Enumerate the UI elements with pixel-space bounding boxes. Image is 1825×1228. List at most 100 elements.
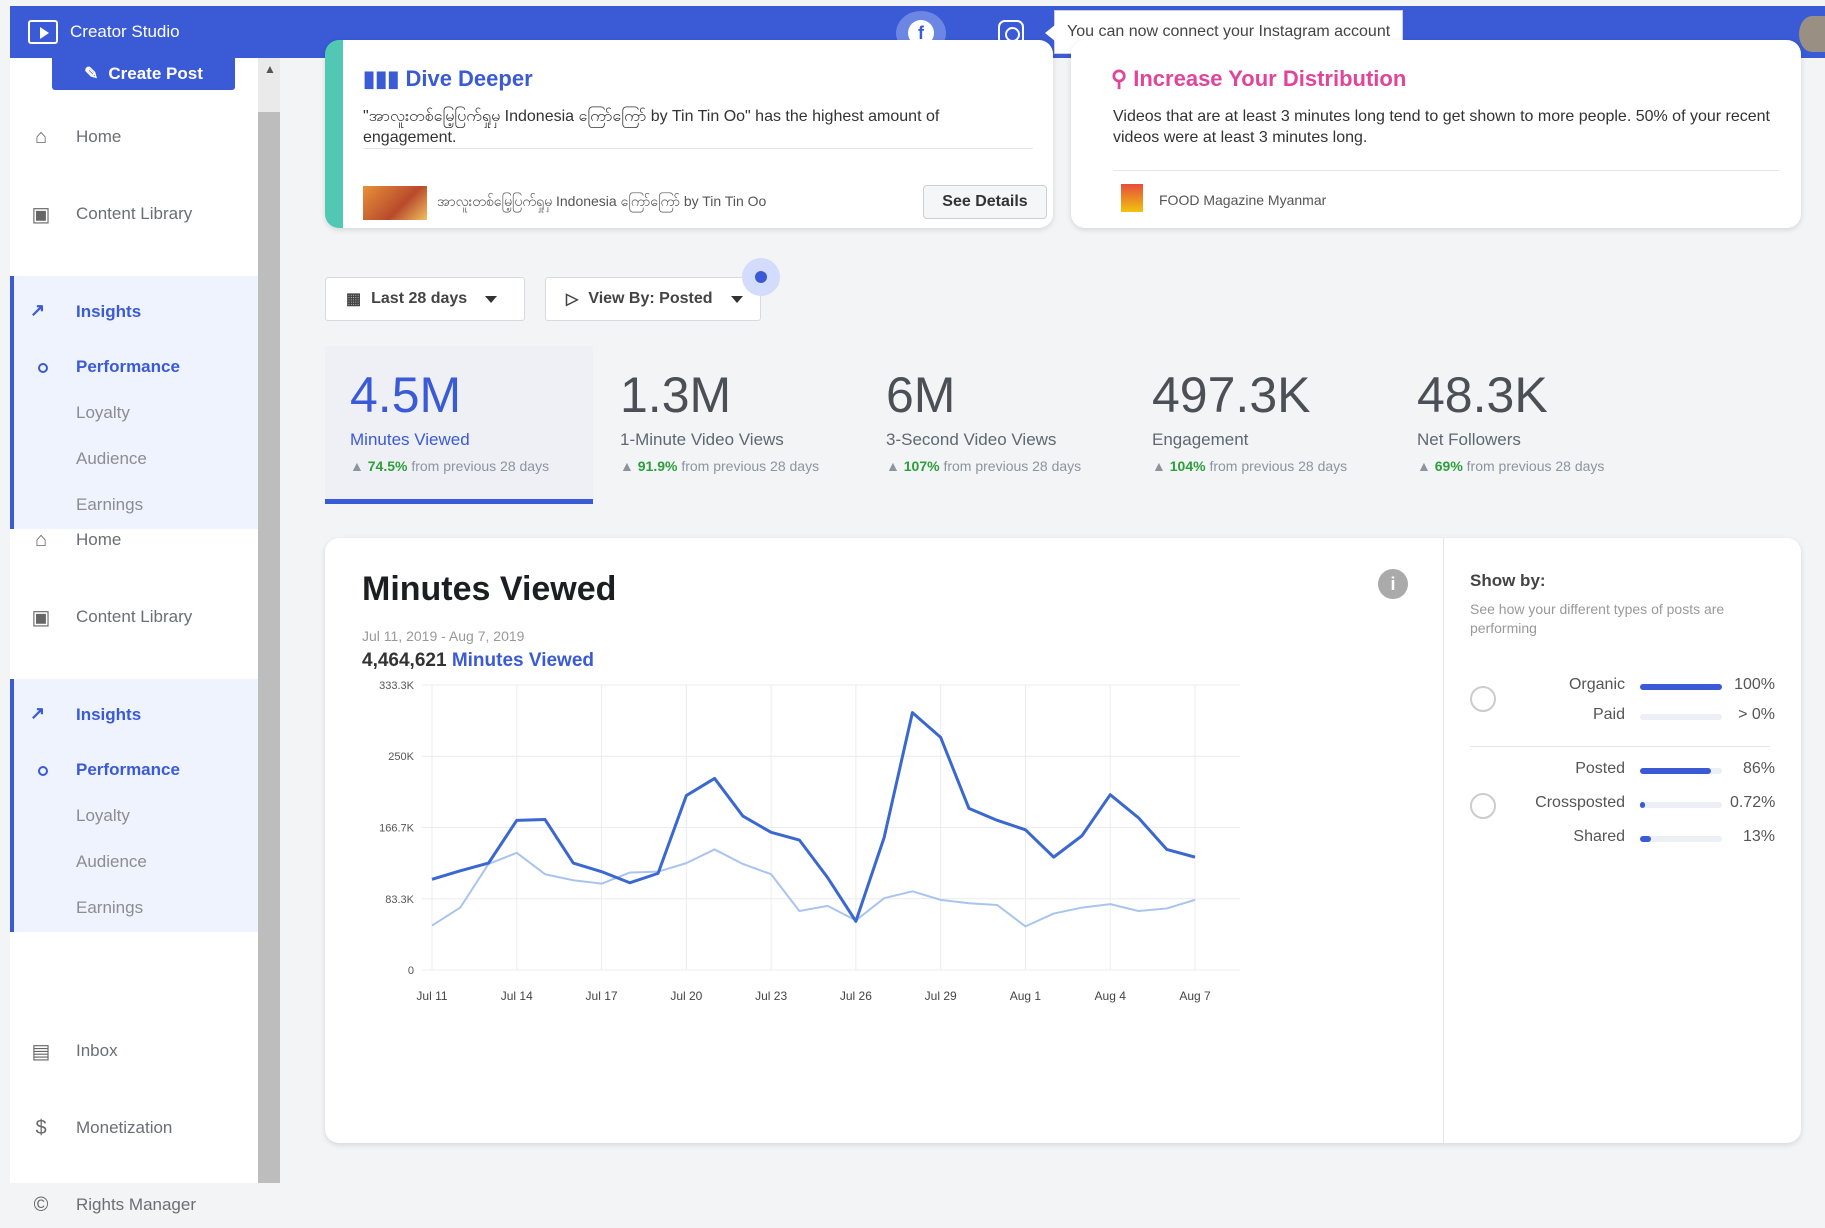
sidebar-item-label: Home bbox=[76, 127, 122, 146]
post-label: အာလူးတစ်မြေ့ပြက်ရှုမှ Indonesia ကြော်ကြေ… bbox=[437, 193, 767, 209]
creator-studio-icon bbox=[28, 20, 58, 44]
y-tick-label: 166.7K bbox=[379, 822, 415, 834]
sidebar-item-earnings[interactable]: Earnings bbox=[76, 898, 143, 918]
sidebar-item-rights-manager[interactable]: © Rights Manager bbox=[10, 1182, 268, 1228]
home-icon: ⌂ bbox=[34, 528, 48, 551]
show-by-pct: 13% bbox=[1742, 828, 1775, 845]
sidebar-item-performance[interactable]: Performance bbox=[76, 357, 180, 377]
chevron-down-icon bbox=[730, 295, 743, 303]
divider bbox=[1443, 538, 1444, 1143]
series-line bbox=[431, 711, 1196, 923]
metric-change-value: 104% bbox=[1169, 458, 1206, 474]
show-by-bar-fill bbox=[1640, 802, 1645, 808]
insights-icon: ↗ bbox=[30, 703, 46, 723]
sidebar-item-performance[interactable]: Performance bbox=[76, 760, 180, 780]
minutes-viewed-chart-card: Minutes Viewed i Jul 11, 2019 - Aug 7, 2… bbox=[325, 538, 1801, 1143]
metric-3-second-views[interactable]: 6M 3-Second Video Views ▲ 107% from prev… bbox=[886, 370, 1146, 474]
metric-label: Minutes Viewed bbox=[350, 430, 470, 449]
metric-value: 4.5M bbox=[350, 367, 462, 423]
metric-label: Net Followers bbox=[1417, 430, 1521, 449]
show-by-row-shared: Shared 13% bbox=[1485, 828, 1785, 854]
x-tick-label: Aug 1 bbox=[1010, 989, 1042, 1003]
sidebar-item-monetization[interactable]: $ Monetization bbox=[10, 1105, 268, 1151]
sidebar-item-home[interactable]: ⌂ Home bbox=[10, 114, 268, 160]
divider bbox=[363, 148, 1033, 149]
edit-icon: ✎ bbox=[84, 64, 99, 83]
show-by-pct: > 0% bbox=[1738, 706, 1775, 723]
post-thumbnail[interactable] bbox=[363, 186, 427, 220]
see-details-button[interactable]: See Details bbox=[923, 185, 1047, 219]
scroll-up-arrow-icon[interactable]: ▲ bbox=[264, 62, 276, 76]
sidebar-item-label: Rights Manager bbox=[76, 1195, 197, 1214]
create-post-button[interactable]: ✎ Create Post bbox=[52, 58, 235, 90]
metric-change-value: 107% bbox=[903, 458, 940, 474]
show-by-bar-fill bbox=[1640, 836, 1651, 842]
sidebar-item-content-library[interactable]: ▣ Content Library bbox=[10, 594, 268, 640]
sidebar-item-loyalty[interactable]: Loyalty bbox=[76, 403, 130, 423]
metric-engagement[interactable]: 497.3K Engagement ▲ 104% from previous 2… bbox=[1152, 370, 1412, 474]
metric-1-minute-views[interactable]: 1.3M 1-Minute Video Views ▲ 91.9% from p… bbox=[620, 370, 880, 474]
view-by-dropdown[interactable]: ▷ View By: Posted bbox=[545, 277, 761, 321]
x-tick-label: Jul 20 bbox=[670, 989, 702, 1003]
sidebar-item-insights[interactable]: Insights bbox=[76, 705, 141, 725]
chevron-down-icon bbox=[485, 295, 498, 303]
chart-total: 4,464,621 Minutes Viewed bbox=[362, 650, 594, 672]
show-by-label: Paid bbox=[1592, 706, 1625, 723]
metric-value: 497.3K bbox=[1152, 367, 1311, 423]
inbox-icon: ▤ bbox=[31, 1040, 51, 1063]
page-label: FOOD Magazine Myanmar bbox=[1159, 192, 1327, 208]
line-chart: 0 83.3K 166.7K 250K 333.3K Jul 11 Jul 14 Jul 17… bbox=[379, 680, 1240, 1003]
metric-net-followers[interactable]: 48.3K Net Followers ▲ 69% from previous … bbox=[1417, 370, 1677, 474]
sidebar-item-loyalty[interactable]: Loyalty bbox=[76, 806, 130, 826]
show-by-row-organic: Organic 100% bbox=[1485, 676, 1785, 702]
metric-minutes-viewed[interactable]: 4.5M Minutes Viewed ▲ 74.5% from previou… bbox=[350, 370, 610, 474]
show-by-bar-fill bbox=[1640, 684, 1722, 690]
sidebar-item-label: Home bbox=[76, 530, 122, 549]
app-title: Creator Studio bbox=[70, 22, 180, 41]
sidebar-item-home[interactable]: ⌂ Home bbox=[10, 517, 268, 563]
show-by-bar bbox=[1640, 836, 1722, 842]
search-icon: ⚲ bbox=[1111, 66, 1128, 91]
chart-total-value: 4,464,621 bbox=[362, 650, 447, 671]
insights-group: ↗ Insights Performance Loyalty Audience … bbox=[10, 679, 268, 932]
show-by-title: Show by: bbox=[1470, 571, 1546, 590]
sidebar-scrollbar-thumb[interactable] bbox=[258, 112, 280, 1183]
create-post-label: Create Post bbox=[108, 64, 203, 83]
sidebar-item-inbox[interactable]: ▤ Inbox bbox=[10, 1028, 268, 1074]
sidebar-item-audience[interactable]: Audience bbox=[76, 852, 147, 872]
library-icon: ▣ bbox=[31, 203, 51, 226]
show-by-label: Posted bbox=[1575, 760, 1625, 777]
show-by-row-posted: Posted 86% bbox=[1485, 760, 1785, 786]
metric-change: ▲ 91.9% from previous 28 days bbox=[620, 458, 820, 474]
metric-value: 6M bbox=[886, 367, 956, 423]
show-by-bar-fill bbox=[1640, 768, 1711, 774]
show-by-pct: 0.72% bbox=[1730, 794, 1776, 811]
metric-value: 48.3K bbox=[1417, 367, 1548, 423]
metric-change-suffix: from previous 28 days bbox=[411, 458, 550, 474]
video-icon: ▷ bbox=[566, 291, 579, 308]
sidebar-item-earnings[interactable]: Earnings bbox=[76, 495, 143, 515]
x-tick-label: Aug 4 bbox=[1095, 989, 1127, 1003]
distribution-title: Increase Your Distribution bbox=[1133, 66, 1407, 91]
sidebar-item-content-library[interactable]: ▣ Content Library bbox=[10, 191, 268, 237]
date-range-dropdown[interactable]: ▦ Last 28 days bbox=[325, 277, 525, 321]
metric-value: 1.3M bbox=[620, 367, 732, 423]
info-icon[interactable]: i bbox=[1378, 569, 1408, 599]
show-by-pct: 100% bbox=[1734, 676, 1775, 693]
insights-icon: ↗ bbox=[30, 300, 46, 320]
y-tick-label: 83.3K bbox=[385, 894, 414, 906]
tour-pulse-indicator[interactable] bbox=[742, 258, 780, 296]
sidebar-item-audience[interactable]: Audience bbox=[76, 449, 147, 469]
x-tick-label: Jul 14 bbox=[501, 989, 533, 1003]
avatar[interactable] bbox=[1799, 16, 1825, 52]
y-tick-label: 250K bbox=[388, 751, 414, 763]
brand[interactable]: Creator Studio bbox=[28, 20, 180, 44]
sidebar-item-insights[interactable]: Insights bbox=[76, 302, 141, 322]
chart-title: Minutes Viewed bbox=[362, 570, 617, 608]
metric-change: ▲ 107% from previous 28 days bbox=[886, 458, 1082, 474]
show-by-bar bbox=[1640, 768, 1722, 774]
x-tick-label: Jul 17 bbox=[586, 989, 618, 1003]
page-thumbnail[interactable] bbox=[1121, 184, 1143, 212]
view-by-label: View By: Posted bbox=[588, 290, 713, 307]
y-tick-label: 0 bbox=[408, 965, 414, 977]
